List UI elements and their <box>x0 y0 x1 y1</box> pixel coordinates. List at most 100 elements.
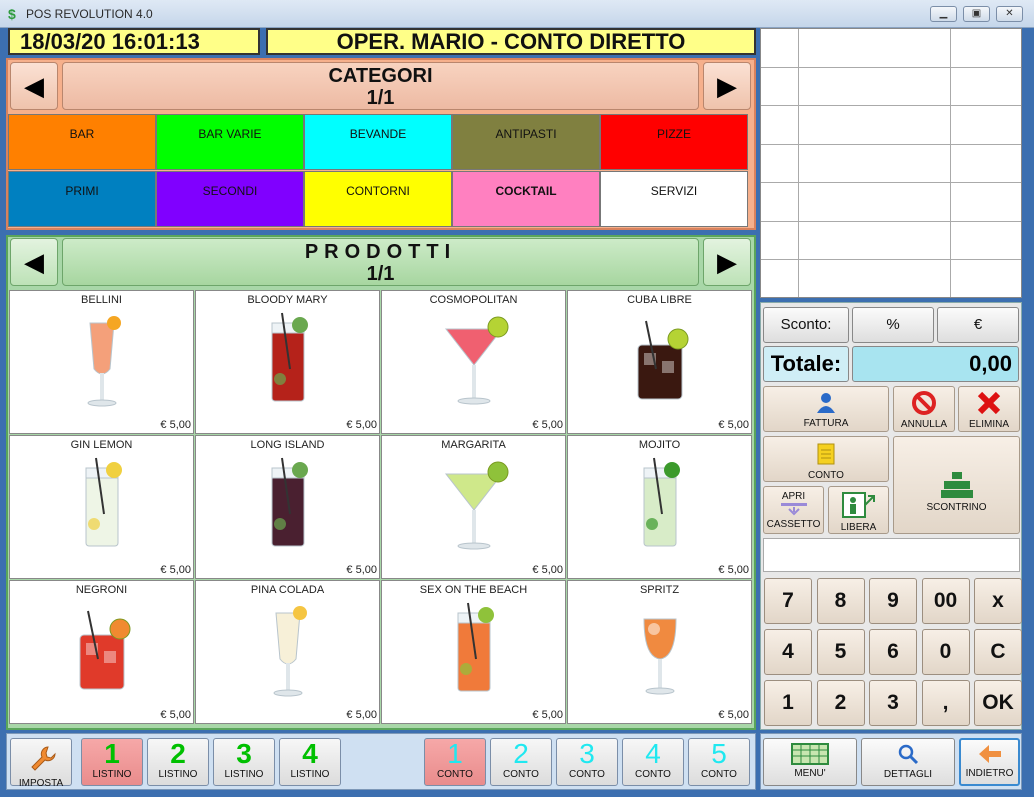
key-00[interactable]: 00 <box>921 578 970 624</box>
product-spritz[interactable]: SPRITZ € 5,00 <box>567 580 752 724</box>
category-primi[interactable]: PRIMI <box>8 171 156 227</box>
product-cosmopolitan[interactable]: COSMOPOLITAN € 5,00 <box>381 290 566 434</box>
listino-2-button[interactable]: 2 LISTINO <box>147 738 209 786</box>
dollar-icon: $ <box>8 6 16 22</box>
drink-image <box>444 316 508 405</box>
product-bloody-mary[interactable]: BLOODY MARY € 5,00 <box>195 290 380 434</box>
discount-percent-button[interactable]: % <box>852 307 934 343</box>
exit-door-icon <box>841 492 875 518</box>
conto-1-button[interactable]: 1 CONTO <box>424 738 486 786</box>
discount-euro-button[interactable]: € <box>937 307 1019 343</box>
category-cocktail[interactable]: COCKTAIL <box>452 171 600 227</box>
indietro-button[interactable]: INDIETRO <box>959 738 1020 786</box>
menu-button[interactable]: MENU' <box>763 738 857 786</box>
product-negroni[interactable]: NEGRONI € 5,00 <box>9 580 194 724</box>
conto-3-button[interactable]: 3 CONTO <box>556 738 618 786</box>
product-image <box>610 599 710 703</box>
product-name: SEX ON THE BEACH <box>419 584 528 596</box>
conto-number: 2 <box>513 738 529 769</box>
category-servizi[interactable]: SERVIZI <box>600 171 748 227</box>
key-4[interactable]: 4 <box>764 629 812 675</box>
drawer-arrow-icon <box>780 503 807 516</box>
category-antipasti[interactable]: ANTIPASTI <box>452 114 600 170</box>
product-name: BLOODY MARY <box>247 294 328 306</box>
title-bar <box>0 0 1034 28</box>
product-pina-colada[interactable]: PINA COLADA € 5,00 <box>195 580 380 724</box>
product-sex-on-the-beach[interactable]: SEX ON THE BEACH € 5,00 <box>381 580 566 724</box>
category-bevande[interactable]: BEVANDE <box>304 114 452 170</box>
products-next-button[interactable]: ▶ <box>703 238 751 286</box>
restore-button[interactable]: ▣ <box>963 6 990 22</box>
listino-1-button[interactable]: 1 LISTINO <box>81 738 143 786</box>
product-name: LONG ISLAND <box>250 439 325 451</box>
products-prev-button[interactable]: ◀ <box>10 238 58 286</box>
key-7[interactable]: 7 <box>764 578 812 624</box>
key-5[interactable]: 5 <box>816 629 865 675</box>
key-1[interactable]: 1 <box>764 680 812 726</box>
drink-image <box>444 461 508 550</box>
libera-button[interactable]: LIBERA <box>828 486 889 534</box>
product-image <box>424 599 524 703</box>
conto-label: CONTO <box>701 769 737 780</box>
receipt-grid[interactable] <box>760 28 1022 298</box>
key-0[interactable]: 0 <box>921 629 970 675</box>
cash-register-icon <box>940 472 973 498</box>
elimina-button[interactable]: ELIMINA <box>958 386 1020 432</box>
key-ok[interactable]: OK <box>974 680 1022 726</box>
back-arrow-icon <box>978 745 1001 763</box>
product-cuba-libre[interactable]: CUBA LIBRE € 5,00 <box>567 290 752 434</box>
category-secondi[interactable]: SECONDI <box>156 171 304 227</box>
product-price: € 5,00 <box>718 709 749 721</box>
product-price: € 5,00 <box>160 564 191 576</box>
key-comma[interactable]: , <box>921 680 970 726</box>
magnifier-icon <box>898 744 919 765</box>
categories-prev-button[interactable]: ◀ <box>10 62 58 110</box>
product-long-island[interactable]: LONG ISLAND € 5,00 <box>195 435 380 579</box>
minimize-button[interactable]: ▁ <box>930 6 957 22</box>
apri-cassetto-button[interactable]: APRI CASSETTO <box>763 486 824 534</box>
product-price: € 5,00 <box>532 564 563 576</box>
close-button[interactable]: ✕ <box>996 6 1023 22</box>
cassetto-label: CASSETTO <box>766 519 821 530</box>
product-name: MOJITO <box>638 439 681 451</box>
imposta-button[interactable]: IMPOSTA <box>10 738 72 789</box>
category-bar[interactable]: BAR <box>8 114 156 170</box>
products-page: 1/1 <box>366 263 395 285</box>
libera-label: LIBERA <box>840 522 877 533</box>
listino-label: LISTINO <box>158 769 198 780</box>
product-price: € 5,00 <box>346 709 377 721</box>
product-image <box>610 454 710 558</box>
key-8[interactable]: 8 <box>816 578 865 624</box>
total-label: Totale: <box>763 346 849 382</box>
product-bellini[interactable]: BELLINI € 5,00 <box>9 290 194 434</box>
conto-label: CONTO <box>569 769 605 780</box>
product-image <box>610 309 710 413</box>
listino-number: 1 <box>104 738 120 769</box>
key-c[interactable]: C <box>974 629 1022 675</box>
category-bar-varie[interactable]: BAR VARIE <box>156 114 304 170</box>
receipt-row-divider <box>761 220 1021 222</box>
conto-2-button[interactable]: 2 CONTO <box>490 738 552 786</box>
receipt-row-divider <box>761 105 1021 106</box>
product-margarita[interactable]: MARGARITA € 5,00 <box>381 435 566 579</box>
categories-next-button[interactable]: ▶ <box>703 62 751 110</box>
scontrino-button[interactable]: SCONTRINO <box>893 436 1020 534</box>
key-9[interactable]: 9 <box>869 578 917 624</box>
product-image <box>238 599 338 703</box>
dettagli-button[interactable]: DETTAGLI <box>861 738 955 786</box>
conto-4-button[interactable]: 4 CONTO <box>622 738 684 786</box>
listino-3-button[interactable]: 3 LISTINO <box>213 738 275 786</box>
listino-4-button[interactable]: 4 LISTINO <box>279 738 341 786</box>
category-pizze[interactable]: PIZZE <box>600 114 748 170</box>
conto-5-button[interactable]: 5 CONTO <box>688 738 750 786</box>
key-x[interactable]: x <box>974 578 1022 624</box>
annulla-button[interactable]: ANNULLA <box>893 386 955 432</box>
key-6[interactable]: 6 <box>869 629 917 675</box>
key-2[interactable]: 2 <box>816 680 865 726</box>
fattura-button[interactable]: FATTURA <box>763 386 889 432</box>
product-gin-lemon[interactable]: GIN LEMON € 5,00 <box>9 435 194 579</box>
key-3[interactable]: 3 <box>869 680 917 726</box>
product-mojito[interactable]: MOJITO € 5,00 <box>567 435 752 579</box>
category-contorni[interactable]: CONTORNI <box>304 171 452 227</box>
conto-button[interactable]: CONTO <box>763 436 889 482</box>
